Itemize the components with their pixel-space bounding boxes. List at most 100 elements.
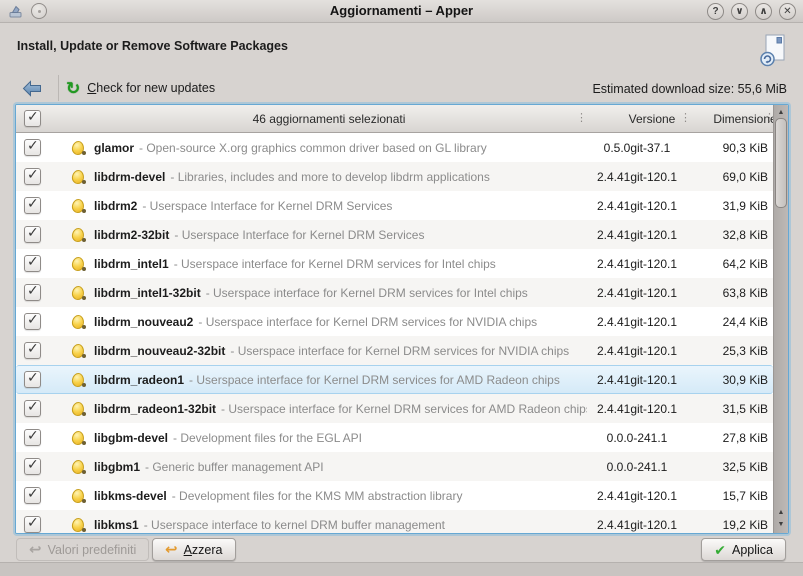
package-row[interactable]: ✓ libdrm_radeon1-32bit - Userspace inter… <box>16 394 773 423</box>
close-button[interactable]: ✕ <box>779 3 796 20</box>
package-update-icon <box>72 256 86 272</box>
restore-button[interactable]: ∧ <box>755 3 772 20</box>
package-version: 2.4.41git-120.1 <box>587 199 687 213</box>
check-icon: ✓ <box>27 427 39 444</box>
row-checkbox[interactable]: ✓ <box>24 400 41 417</box>
package-name: libdrm2 <box>94 199 137 213</box>
package-row[interactable]: ✓ libdrm_nouveau2-32bit - Userspace inte… <box>16 336 773 365</box>
package-name: libdrm_intel1-32bit <box>94 286 201 300</box>
row-checkbox[interactable]: ✓ <box>24 284 41 301</box>
window-bottom-edge <box>0 562 803 576</box>
package-row[interactable]: ✓ libdrm_radeon1 - Userspace interface f… <box>16 365 773 394</box>
row-checkbox[interactable]: ✓ <box>24 342 41 359</box>
package-description: - Userspace interface for Kernel DRM ser… <box>174 257 496 271</box>
package-size: 32,5 KiB <box>687 460 773 474</box>
package-version: 0.0.0-241.1 <box>587 460 687 474</box>
check-icon: ✓ <box>27 137 39 154</box>
selection-count-header[interactable]: 46 aggiornamenti selezionati <box>56 112 602 126</box>
package-version: 2.4.41git-120.1 <box>587 170 687 184</box>
checkmark-icon: ✔ <box>714 543 726 557</box>
shade-button[interactable]: ∨ <box>731 3 748 20</box>
column-separator-icon: ⋮ <box>680 111 684 125</box>
list-header: ✓ 46 aggiornamenti selezionati Versione … <box>16 105 788 133</box>
apply-button[interactable]: ✔ Applica <box>701 538 786 561</box>
scroll-up-icon[interactable]: ▲ <box>774 508 788 518</box>
scroll-up-icon[interactable]: ▲ <box>774 108 788 118</box>
package-version: 2.4.41git-120.1 <box>587 286 687 300</box>
package-update-icon <box>72 227 86 243</box>
row-checkbox[interactable]: ✓ <box>24 371 41 388</box>
package-size: 30,9 KiB <box>687 373 773 387</box>
package-version: 2.4.41git-120.1 <box>587 257 687 271</box>
package-update-icon <box>72 314 86 330</box>
package-row[interactable]: ✓ libkms-devel - Development files for t… <box>16 481 773 510</box>
package-size: 64,2 KiB <box>687 257 773 271</box>
package-row[interactable]: ✓ libdrm_intel1 - Userspace interface fo… <box>16 249 773 278</box>
package-name: libdrm2-32bit <box>94 228 169 242</box>
package-row[interactable]: ✓ libgbm1 - Generic buffer management AP… <box>16 452 773 481</box>
package-name: libgbm1 <box>94 460 140 474</box>
row-checkbox[interactable]: ✓ <box>24 139 41 156</box>
help-button[interactable]: ? <box>707 3 724 20</box>
row-checkbox[interactable]: ✓ <box>24 458 41 475</box>
row-checkbox[interactable]: ✓ <box>24 516 41 533</box>
undo-icon: ↩ <box>29 542 42 556</box>
package-update-icon <box>72 140 86 156</box>
package-size: 90,3 KiB <box>687 141 773 155</box>
check-icon: ✓ <box>27 224 39 241</box>
row-checkbox[interactable]: ✓ <box>24 255 41 272</box>
package-size: 69,0 KiB <box>687 170 773 184</box>
refresh-icon: ↻ <box>66 80 80 97</box>
row-checkbox[interactable]: ✓ <box>24 487 41 504</box>
check-updates-button[interactable]: ↻ Check for new updates <box>66 75 215 101</box>
package-version: 2.4.41git-120.1 <box>587 344 687 358</box>
scrollbar-thumb[interactable] <box>775 118 787 208</box>
package-update-icon <box>72 343 86 359</box>
row-checkbox[interactable]: ✓ <box>24 168 41 185</box>
software-updates-icon <box>758 33 788 67</box>
package-size: 31,9 KiB <box>687 199 773 213</box>
reset-button[interactable]: ↩ Azzera <box>152 538 236 561</box>
package-size: 24,4 KiB <box>687 315 773 329</box>
check-icon: ✓ <box>27 456 39 473</box>
package-row[interactable]: ✓ libkms1 - Userspace interface to kerne… <box>16 510 773 533</box>
package-row[interactable]: ✓ libdrm_intel1-32bit - Userspace interf… <box>16 278 773 307</box>
reset-button-label: Azzera <box>184 543 223 557</box>
check-icon: ✓ <box>27 166 39 183</box>
row-checkbox[interactable]: ✓ <box>24 197 41 214</box>
check-icon: ✓ <box>27 514 39 531</box>
package-row[interactable]: ✓ libdrm_nouveau2 - Userspace interface … <box>16 307 773 336</box>
check-icon: ✓ <box>27 485 39 502</box>
package-row[interactable]: ✓ libdrm2-32bit - Userspace Interface fo… <box>16 220 773 249</box>
package-name: libkms1 <box>94 518 139 532</box>
package-row[interactable]: ✓ glamor - Open-source X.org graphics co… <box>16 133 773 162</box>
package-name: libkms-devel <box>94 489 167 503</box>
package-description: - Development files for the KMS MM abstr… <box>172 489 463 503</box>
package-version: 2.4.41git-120.1 <box>587 518 687 532</box>
page-title: Install, Update or Remove Software Packa… <box>17 39 288 53</box>
package-description: - Userspace interface for Kernel DRM ser… <box>230 344 569 358</box>
package-description: - Userspace interface for Kernel DRM ser… <box>206 286 528 300</box>
package-update-icon <box>72 372 86 388</box>
package-row[interactable]: ✓ libdrm2 - Userspace Interface for Kern… <box>16 191 773 220</box>
package-update-icon <box>72 517 86 533</box>
download-size-label: Estimated download size: 55,6 MiB <box>592 82 787 96</box>
select-all-checkbox[interactable]: ✓ <box>24 110 41 127</box>
row-checkbox[interactable]: ✓ <box>24 313 41 330</box>
package-size: 27,8 KiB <box>687 431 773 445</box>
back-button[interactable] <box>16 75 48 101</box>
scroll-down-icon[interactable]: ▼ <box>774 520 788 530</box>
row-checkbox[interactable]: ✓ <box>24 429 41 446</box>
row-checkbox[interactable]: ✓ <box>24 226 41 243</box>
package-name: libgbm-devel <box>94 431 168 445</box>
package-size: 19,2 KiB <box>687 518 773 532</box>
package-name: libdrm-devel <box>94 170 165 184</box>
package-row[interactable]: ✓ libgbm-devel - Development files for t… <box>16 423 773 452</box>
package-description: - Userspace Interface for Kernel DRM Ser… <box>142 199 392 213</box>
package-description: - Development files for the EGL API <box>173 431 362 445</box>
check-icon: ✓ <box>27 398 39 415</box>
package-row[interactable]: ✓ libdrm-devel - Libraries, includes and… <box>16 162 773 191</box>
check-icon: ✓ <box>27 369 39 386</box>
window-pin-button[interactable] <box>31 3 47 19</box>
vertical-scrollbar[interactable]: ▲ ▲ ▼ <box>773 105 788 533</box>
